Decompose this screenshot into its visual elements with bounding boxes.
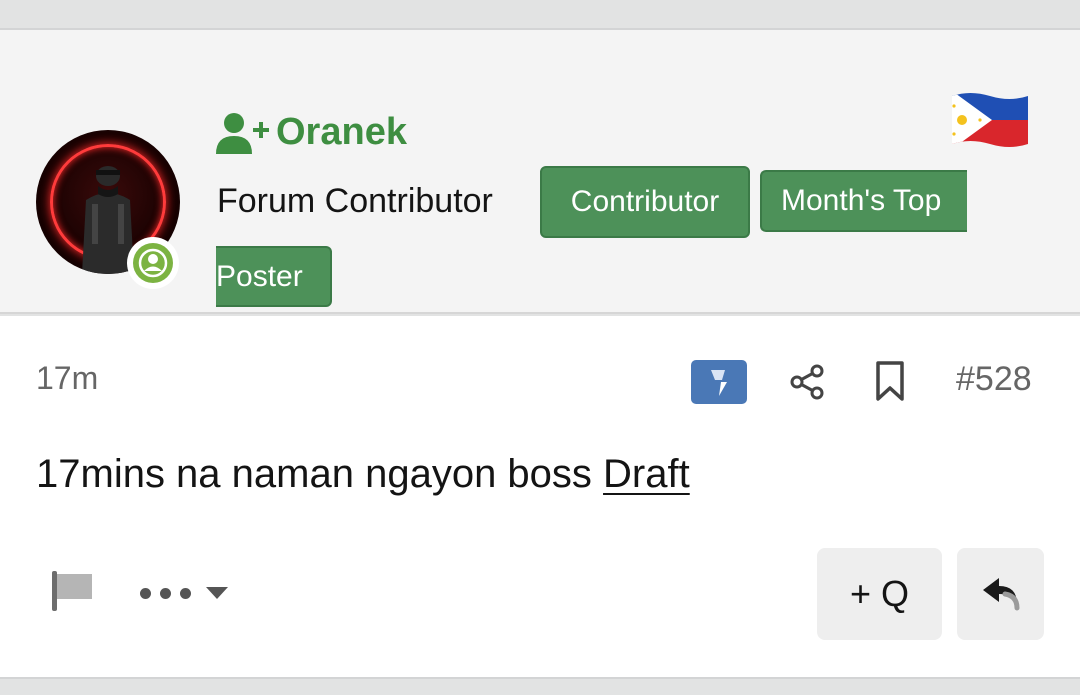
top-poster-badge-line1: Month's Top xyxy=(760,170,967,232)
draft-link[interactable]: Draft xyxy=(603,452,690,496)
online-user-icon xyxy=(133,243,173,283)
post-message: 17mins na naman ngayon boss Draft xyxy=(36,452,690,497)
share-icon[interactable] xyxy=(788,362,828,402)
top-divider xyxy=(0,0,1080,30)
more-options-menu[interactable] xyxy=(140,578,244,608)
post-number-link[interactable]: #528 xyxy=(956,360,1032,399)
report-flag-icon[interactable] xyxy=(50,569,94,611)
bottom-divider xyxy=(0,677,1080,695)
post-message-text: 17mins na naman ngayon boss xyxy=(36,452,592,496)
more-icon xyxy=(180,587,191,599)
contributor-badge: Contributor xyxy=(540,166,750,238)
post-author-header: Oranek Forum Contributor Contributor Mon… xyxy=(0,30,1080,314)
multi-quote-button[interactable]: + Q xyxy=(817,548,942,640)
avatar-figure xyxy=(82,166,134,274)
reply-button[interactable] xyxy=(957,548,1044,640)
bookmark-icon[interactable] xyxy=(872,360,908,402)
user-role-title: Forum Contributor xyxy=(217,182,493,220)
more-icon xyxy=(160,587,171,599)
caret-down-icon xyxy=(206,587,228,599)
top-poster-badge-line2: Poster xyxy=(216,246,332,307)
username-row: Oranek xyxy=(216,108,407,156)
online-status-badge xyxy=(127,237,179,289)
post-timestamp[interactable]: 17m xyxy=(36,360,98,397)
philippines-flag-icon xyxy=(952,93,1028,147)
react-icon[interactable] xyxy=(691,360,747,404)
user-plus-icon xyxy=(216,113,269,154)
post-body: 17m #528 17mins na naman ngayon boss Dra… xyxy=(0,316,1080,677)
reply-icon xyxy=(982,578,1019,611)
username-link[interactable]: Oranek xyxy=(276,111,407,154)
more-icon xyxy=(140,587,151,599)
